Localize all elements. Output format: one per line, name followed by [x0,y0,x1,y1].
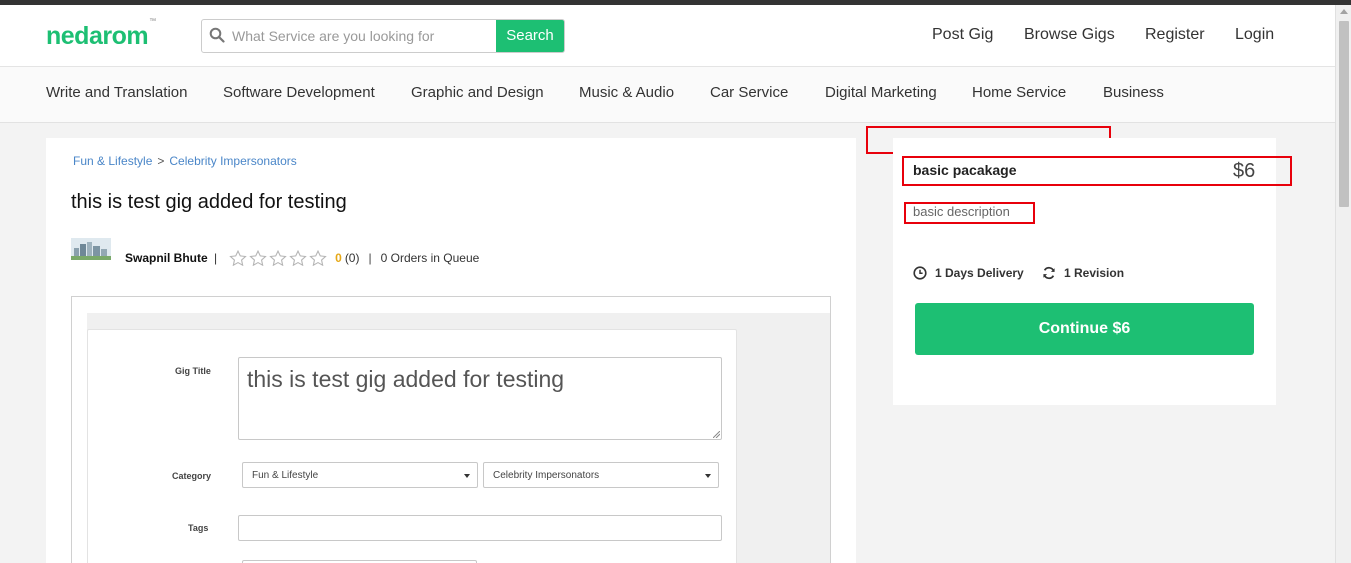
gig-title-textarea[interactable]: this is test gig added for testing [238,357,722,440]
rating-stars [229,250,329,266]
category-home-service[interactable]: Home Service [972,84,1066,101]
rating-value: 0 [335,251,342,265]
nav-browse-gigs[interactable]: Browse Gigs [1024,26,1115,44]
category-bar: Write and Translation Software Developme… [0,67,1335,123]
revision-count: 1 Revision [1042,266,1124,280]
star-empty-icon [269,250,287,266]
category-software-development[interactable]: Software Development [223,84,375,101]
trademark-mark: ™ [149,17,156,25]
category-business[interactable]: Business [1103,84,1164,101]
breadcrumb-parent[interactable]: Fun & Lifestyle [73,154,152,168]
rating-row: | 0 (0) | 0 Orders in Queue [214,250,479,266]
category-digital-marketing[interactable]: Digital Marketing [825,84,937,101]
delivery-time-label: 1 Days Delivery [935,266,1024,280]
pipe-divider: | [368,251,372,265]
breadcrumb-child[interactable]: Celebrity Impersonators [169,154,296,168]
star-empty-icon [289,250,307,266]
subcategory-select[interactable]: Celebrity Impersonators [483,462,719,488]
search-input[interactable] [232,20,497,52]
revision-count-label: 1 Revision [1064,266,1125,280]
chevron-down-icon [464,474,470,478]
tags-label: Tags [188,523,209,533]
gig-title: this is test gig added for testing [71,191,347,213]
search-icon [209,27,225,43]
orders-in-queue: 0 Orders in Queue [380,251,480,265]
gig-detail-card: Fun & Lifestyle > Celebrity Impersonators … [46,138,856,563]
logo-text: nedarom [46,22,149,50]
highlight-box-description [904,202,1035,224]
scroll-up-arrow-icon[interactable] [1340,9,1348,14]
category-select-value: Fun & Lifestyle [252,470,319,481]
category-music-audio[interactable]: Music & Audio [579,84,674,101]
refresh-icon [1043,266,1055,280]
gig-title-textarea-value: this is test gig added for testing [247,366,565,392]
breadcrumb-separator: > [157,154,165,168]
nav-register[interactable]: Register [1145,26,1205,44]
category-label: Category [172,471,212,481]
continue-button[interactable]: Continue $6 [915,303,1254,355]
clock-icon [913,266,927,280]
gig-edit-form: Gig Title this is test gig added for tes… [87,329,737,563]
gig-title-label: Gig Title [175,366,211,376]
category-select[interactable]: Fun & Lifestyle [242,462,478,488]
nav-login[interactable]: Login [1235,26,1274,44]
search-button[interactable]: Search [496,20,564,52]
site-header: nedarom™ Search Post Gig Browse Gigs Reg… [0,5,1335,67]
delivery-time: 1 Days Delivery [913,266,1024,280]
embedded-edit-frame: Gig Title this is test gig added for tes… [71,296,831,563]
tags-input[interactable] [238,515,722,541]
category-car-service[interactable]: Car Service [710,84,788,101]
breadcrumb: Fun & Lifestyle > Celebrity Impersonators [73,154,297,168]
page-scrollbar[interactable] [1335,5,1351,563]
nav-post-gig[interactable]: Post Gig [932,26,993,44]
embedded-frame-background: Gig Title this is test gig added for tes… [87,313,830,563]
chevron-down-icon [705,474,711,478]
rating-count: (0) [344,251,360,265]
pipe-divider: | [214,251,218,265]
category-write-translation[interactable]: Write and Translation [46,84,187,101]
highlight-box-package-name [902,156,1292,186]
star-empty-icon [229,250,247,266]
resize-handle-icon[interactable] [713,431,720,438]
category-graphic-design[interactable]: Graphic and Design [411,84,544,101]
seller-avatar[interactable] [71,238,111,260]
star-empty-icon [309,250,327,266]
scrollbar-thumb[interactable] [1339,21,1349,207]
site-logo[interactable]: nedarom™ [46,18,156,51]
seller-name[interactable]: Swapnil Bhute [125,251,208,265]
search-bar: Search [201,19,565,53]
subcategory-select-value: Celebrity Impersonators [493,470,600,481]
star-empty-icon [249,250,267,266]
